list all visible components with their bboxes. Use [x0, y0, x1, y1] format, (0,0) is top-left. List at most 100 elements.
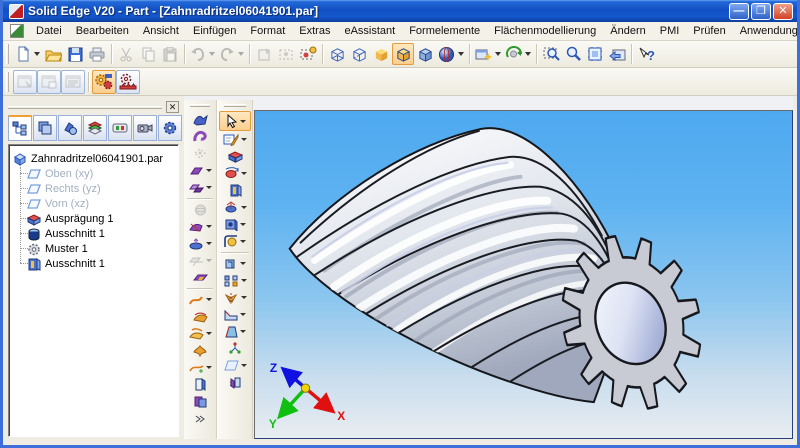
swept-surface-button[interactable] — [185, 111, 215, 128]
menu-flaechenmodellierung[interactable]: Flächenmodellierung — [487, 23, 603, 39]
rotate-view-button[interactable] — [503, 43, 533, 65]
revolved-protrusion-button[interactable] — [219, 165, 251, 182]
draft-button[interactable] — [219, 323, 251, 340]
new-document-button[interactable] — [13, 43, 42, 65]
tab-family-of-parts[interactable] — [58, 115, 82, 141]
copy-button[interactable] — [137, 43, 159, 65]
paste-button[interactable] — [159, 43, 181, 65]
mirror-button[interactable] — [219, 289, 251, 306]
panel-drag-handle[interactable] — [8, 106, 162, 109]
tree-item-auspraegung[interactable]: Ausprägung 1 — [13, 211, 176, 226]
tree-item-rechts[interactable]: Rechts (yz) — [13, 181, 176, 196]
previous-view-button[interactable] — [606, 43, 628, 65]
select-fence-button[interactable] — [275, 43, 297, 65]
panel-close-button[interactable]: ✕ — [166, 101, 179, 113]
title-bar[interactable]: Solid Edge V20 - Part - [Zahnradritzel06… — [3, 0, 797, 22]
menu-pmi[interactable]: PMI — [653, 23, 687, 39]
tab-feature-playback[interactable] — [33, 115, 57, 141]
redo-button[interactable] — [217, 43, 246, 65]
menu-datei[interactable]: Datei — [29, 23, 69, 39]
tab-layers[interactable] — [83, 115, 107, 141]
protrusion-button[interactable] — [219, 148, 251, 165]
tree-item-vorn[interactable]: Vorn (xz) — [13, 196, 176, 211]
construction-display-button[interactable] — [219, 374, 251, 391]
trim-surface-button[interactable] — [185, 218, 215, 235]
menu-eassistant[interactable]: eAssistant — [337, 23, 402, 39]
reference-plane-button[interactable] — [219, 357, 251, 374]
menu-ansicht[interactable]: Ansicht — [136, 23, 186, 39]
app-icon[interactable] — [9, 4, 24, 19]
project-curve-button[interactable] — [185, 325, 215, 342]
variable-table-button[interactable] — [219, 340, 251, 357]
menu-anwendungen[interactable]: Anwendungen — [733, 23, 800, 39]
undo-button[interactable] — [188, 43, 217, 65]
wireframe-view-button[interactable] — [326, 43, 348, 65]
menu-bearbeiten[interactable]: Bearbeiten — [69, 23, 136, 39]
hidden-edge-view-button[interactable] — [348, 43, 370, 65]
bounded-surface-button[interactable] — [185, 145, 215, 162]
menu-aendern[interactable]: Ändern — [603, 23, 652, 39]
tree-root[interactable]: Zahnradritzel06041901.par — [13, 151, 176, 166]
gear-calculation-button[interactable] — [92, 70, 116, 94]
toolbar-grip[interactable] — [6, 44, 9, 64]
toolbar-grip[interactable] — [224, 104, 246, 107]
hole-button[interactable] — [219, 216, 251, 233]
cutout-button[interactable] — [219, 182, 251, 199]
copy-surface-button[interactable] — [185, 179, 215, 196]
cross-curve-button[interactable] — [185, 342, 215, 359]
shaded-view-button[interactable] — [370, 43, 392, 65]
select-tool-button[interactable] — [219, 111, 251, 131]
extruded-surface-button[interactable] — [185, 162, 215, 179]
cut-button[interactable] — [115, 43, 137, 65]
dialog-button-2[interactable] — [37, 70, 61, 94]
shaded-sphere-button[interactable] — [436, 43, 466, 65]
tree-item-ausschnitt-2[interactable]: Ausschnitt 1 — [13, 256, 176, 271]
replace-face-button[interactable] — [185, 393, 215, 410]
tab-options[interactable] — [158, 115, 182, 141]
toolbar-overflow-button[interactable] — [185, 410, 215, 427]
open-button[interactable] — [42, 43, 64, 65]
tab-pathfinder[interactable] — [8, 115, 32, 141]
keypoint-curve-button[interactable] — [185, 291, 215, 308]
minimize-button[interactable]: — — [729, 3, 749, 20]
tree-item-oben[interactable]: Oben (xy) — [13, 166, 176, 181]
dialog-button-3[interactable] — [61, 70, 85, 94]
menu-einfuegen[interactable]: Einfügen — [186, 23, 243, 39]
tree-item-muster[interactable]: Muster 1 — [13, 241, 176, 256]
save-button[interactable] — [64, 43, 86, 65]
rib-button[interactable] — [219, 306, 251, 323]
zoom-button[interactable] — [562, 43, 584, 65]
fit-view-button[interactable] — [584, 43, 606, 65]
stamp-surface-button[interactable] — [185, 269, 215, 286]
toolbar-grip[interactable] — [190, 104, 210, 107]
gear-rack-calculation-button[interactable] — [116, 70, 140, 94]
revolved-cutout-button[interactable] — [219, 199, 251, 216]
tree-item-ausschnitt-1[interactable]: Ausschnitt 1 — [13, 226, 176, 241]
toolbar-grip[interactable] — [6, 72, 9, 92]
offset-surface-button[interactable] — [185, 252, 215, 269]
menu-extras[interactable]: Extras — [292, 23, 337, 39]
menu-pruefen[interactable]: Prüfen — [686, 23, 732, 39]
round-button[interactable] — [219, 233, 251, 250]
pattern-button[interactable] — [219, 272, 251, 289]
zoom-area-button[interactable] — [540, 43, 562, 65]
view-wizard-button[interactable] — [473, 43, 503, 65]
derived-curve-button[interactable] — [185, 359, 215, 376]
split-surface-button[interactable] — [185, 376, 215, 393]
sphere-surface-button[interactable] — [185, 201, 215, 218]
lofted-surface-button[interactable] — [185, 128, 215, 145]
select-fence-options-button[interactable] — [297, 43, 319, 65]
maximize-button[interactable]: ❐ — [751, 3, 771, 20]
tab-named-views[interactable] — [133, 115, 157, 141]
print-button[interactable] — [86, 43, 108, 65]
sketch-button[interactable] — [219, 131, 251, 148]
contour-curve-button[interactable] — [185, 308, 215, 325]
insert-object-button[interactable] — [253, 43, 275, 65]
extend-surface-button[interactable] — [185, 235, 215, 252]
tab-sensors[interactable] — [108, 115, 132, 141]
close-button[interactable]: ✕ — [773, 3, 793, 20]
menu-formelemente[interactable]: Formelemente — [402, 23, 487, 39]
document-icon[interactable] — [10, 24, 24, 38]
dialog-button-1[interactable] — [13, 70, 37, 94]
model-viewport[interactable]: Z Y X — [254, 110, 793, 439]
